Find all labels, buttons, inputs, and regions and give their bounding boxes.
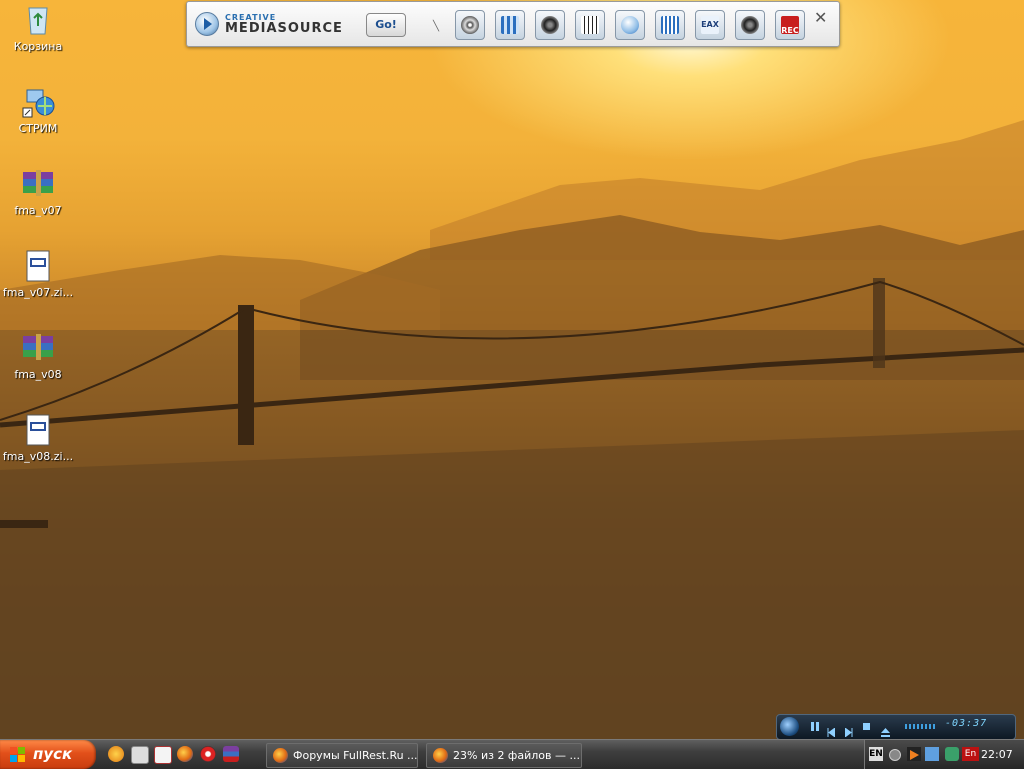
task-label: Форумы FullRest.Ru ...	[293, 749, 418, 762]
quicklaunch-firefox-icon[interactable]	[177, 746, 193, 762]
close-icon[interactable]: ✕	[814, 8, 827, 27]
network-connection-icon	[21, 86, 55, 118]
windows-logo-icon	[10, 747, 26, 762]
mediasource-play-icon	[195, 12, 219, 36]
speaker-button[interactable]	[535, 10, 565, 40]
next-icon[interactable]	[844, 722, 853, 738]
synth-keyboard-button[interactable]	[575, 10, 605, 40]
desktop-icon-strim[interactable]: СТРИМ	[0, 86, 78, 135]
taskbar-button-downloads[interactable]: 23% из 2 файлов — ...	[426, 743, 582, 768]
zip-file-icon	[21, 414, 55, 446]
play-icon	[621, 16, 639, 34]
previous-icon[interactable]	[827, 722, 836, 738]
quicklaunch-app-icon[interactable]	[223, 746, 239, 762]
mediasource-toolbar: CREATIVE MEDIASOURCE Go! ╲ EAX REC ✕	[186, 1, 840, 47]
firefox-icon	[433, 748, 448, 763]
tray-network-icon[interactable]	[925, 747, 939, 761]
go-button[interactable]: Go!	[366, 13, 406, 37]
quicklaunch-aimp-icon[interactable]	[108, 746, 124, 762]
player-disc-icon[interactable]	[780, 717, 799, 736]
disc-sync-icon	[461, 16, 479, 34]
tray-expand-icon[interactable]	[889, 749, 901, 761]
desktop-icon-recycle-bin[interactable]: Корзина	[0, 4, 78, 53]
quicklaunch-document-icon[interactable]	[154, 746, 172, 764]
task-label: 23% из 2 файлов — ...	[453, 749, 580, 762]
desktop-icon-label: fma_v07	[14, 204, 62, 217]
synth-keyboard-icon	[581, 16, 599, 34]
taskbar: пуск Форумы FullRest.Ru ... 23% из 2 фай…	[0, 739, 1024, 769]
desktop-icon-fma-v07-zip[interactable]: fma_v07.zi...	[0, 250, 78, 299]
start-button[interactable]: пуск	[0, 740, 96, 769]
toolbar-separator-icon: ╲	[433, 21, 440, 32]
mediasource-logo[interactable]: CREATIVE MEDIASOURCE	[195, 10, 343, 38]
equalizer-icon	[661, 16, 679, 34]
desktop-icon-label: fma_v08	[14, 368, 62, 381]
winrar-archive-icon	[21, 332, 55, 364]
eax-icon: EAX	[701, 16, 719, 34]
tray-language-icon[interactable]: En	[962, 747, 979, 761]
tray-sync-icon[interactable]	[945, 747, 959, 761]
clock[interactable]: 22:07	[981, 740, 1013, 769]
wallpaper-landscape	[0, 120, 1024, 768]
mixer-icon	[501, 16, 519, 34]
speaker-settings-button[interactable]	[735, 10, 765, 40]
playback-time: -03:37	[945, 718, 988, 729]
eject-icon[interactable]	[881, 722, 890, 737]
desktop-icon-fma-v08-zip[interactable]: fma_v08.zi...	[0, 414, 78, 463]
eax-button[interactable]: EAX	[695, 10, 725, 40]
desktop-icon-label: СТРИМ	[18, 122, 58, 135]
recycle-bin-icon	[21, 4, 55, 36]
mixer-button[interactable]	[495, 10, 525, 40]
firefox-icon	[273, 748, 288, 763]
brand-large: MEDIASOURCE	[225, 20, 343, 36]
desktop-icon-fma-v08[interactable]: fma_v08	[0, 332, 78, 381]
equalizer-button[interactable]	[655, 10, 685, 40]
play-button[interactable]	[615, 10, 645, 40]
disc-sync-button[interactable]	[455, 10, 485, 40]
quicklaunch-opera-icon[interactable]	[200, 746, 216, 762]
volume-bar[interactable]	[905, 724, 937, 729]
language-indicator[interactable]: EN	[869, 747, 883, 761]
speaker-settings-icon	[741, 16, 759, 34]
mini-media-player: -03:37	[776, 714, 1016, 740]
speaker-icon	[541, 16, 559, 34]
desktop-icon-fma-v07[interactable]: fma_v07	[0, 168, 78, 217]
winrar-archive-icon	[21, 168, 55, 200]
start-label: пуск	[33, 745, 73, 763]
record-icon: REC	[781, 16, 799, 35]
taskbar-button-forum[interactable]: Форумы FullRest.Ru ...	[266, 743, 418, 768]
desktop-icon-label: fma_v08.zi...	[2, 450, 74, 463]
desktop-icon-label: Корзина	[13, 40, 63, 53]
stop-icon[interactable]	[863, 723, 870, 730]
zip-file-icon	[21, 250, 55, 282]
record-button[interactable]: REC	[775, 10, 805, 40]
quicklaunch-desktop-icon[interactable]	[131, 746, 149, 764]
system-tray: EN En 22:07	[864, 740, 1024, 769]
desktop-icon-label: fma_v07.zi...	[2, 286, 74, 299]
tray-player-icon[interactable]	[907, 747, 921, 761]
pause-icon[interactable]	[811, 722, 819, 731]
